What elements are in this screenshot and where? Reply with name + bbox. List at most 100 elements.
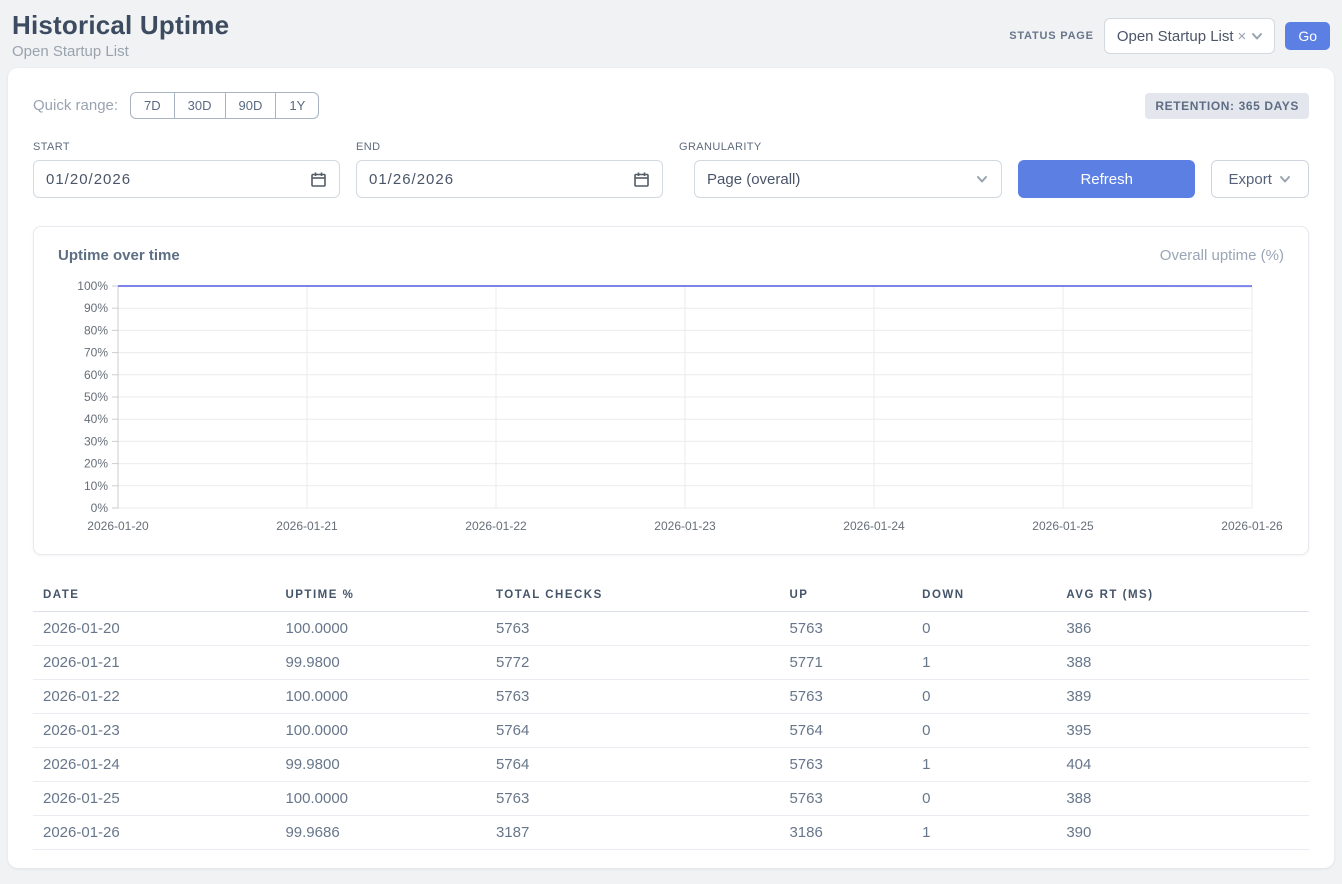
table-cell: 0 [912,680,1056,714]
quick-range-30d-button[interactable]: 30D [174,92,226,119]
table-cell: 5771 [779,646,912,680]
export-button[interactable]: Export [1211,160,1309,198]
chart-legend: Overall uptime (%) [1160,247,1284,264]
svg-text:2026-01-26: 2026-01-26 [1221,519,1283,533]
table-cell: 0 [912,782,1056,816]
chevron-down-icon [1250,29,1264,43]
column-header: UP [779,581,912,612]
table-row: 2026-01-20100.0000576357630386 [33,612,1309,646]
end-date-input[interactable]: 01/26/2026 [356,160,663,198]
start-date-label: START [33,141,340,153]
table-cell: 390 [1056,816,1309,850]
table-cell: 2026-01-22 [33,680,275,714]
table-cell: 5764 [779,714,912,748]
granularity-selected-value: Page (overall) [707,171,800,188]
quick-range-1y-button[interactable]: 1Y [275,92,319,119]
svg-text:2026-01-20: 2026-01-20 [87,519,149,533]
column-header: DOWN [912,581,1056,612]
uptime-table: DATEUPTIME %TOTAL CHECKSUPDOWNAVG RT (MS… [33,581,1309,850]
table-cell: 2026-01-25 [33,782,275,816]
end-date-value: 01/26/2026 [369,171,454,188]
page-header: Historical Uptime Open Startup List STAT… [0,0,1342,68]
svg-text:2026-01-22: 2026-01-22 [465,519,527,533]
main-panel: Quick range: 7D30D90D1Y RETENTION: 365 D… [8,68,1334,868]
table-cell: 99.9800 [275,646,486,680]
page-subtitle: Open Startup List [12,43,229,60]
table-cell: 5763 [779,782,912,816]
quick-range-7d-button[interactable]: 7D [130,92,175,119]
svg-text:40%: 40% [84,412,108,426]
table-cell: 5763 [486,612,779,646]
table-cell: 395 [1056,714,1309,748]
table-cell: 2026-01-21 [33,646,275,680]
table-cell: 0 [912,714,1056,748]
retention-badge: RETENTION: 365 DAYS [1145,93,1309,119]
table-cell: 5764 [486,714,779,748]
granularity-field: GRANULARITY Page (overall) [679,141,1002,198]
column-header: AVG RT (MS) [1056,581,1309,612]
start-date-value: 01/20/2026 [46,171,131,188]
table-cell: 99.9686 [275,816,486,850]
svg-text:50%: 50% [84,390,108,404]
table-row: 2026-01-25100.0000576357630388 [33,782,1309,816]
table-cell: 0 [912,612,1056,646]
chevron-down-icon [975,172,989,186]
uptime-chart-card: Uptime over time Overall uptime (%) 0%10… [33,226,1309,555]
table-row: 2026-01-22100.0000576357630389 [33,680,1309,714]
chevron-down-icon [1278,172,1292,186]
svg-text:90%: 90% [84,301,108,315]
page-title: Historical Uptime [12,10,229,41]
uptime-line-chart: 0%10%20%30%40%50%60%70%80%90%100%2026-01… [58,278,1284,536]
table-cell: 5763 [486,680,779,714]
table-cell: 2026-01-20 [33,612,275,646]
title-block: Historical Uptime Open Startup List [12,10,229,60]
start-date-field: START 01/20/2026 [33,141,340,198]
svg-text:80%: 80% [84,323,108,337]
table-cell: 2026-01-23 [33,714,275,748]
svg-text:20%: 20% [84,457,108,471]
end-date-label: END [356,141,663,153]
table-cell: 1 [912,646,1056,680]
quick-range-buttons: 7D30D90D1Y [130,92,319,119]
table-cell: 389 [1056,680,1309,714]
start-date-input[interactable]: 01/20/2026 [33,160,340,198]
quick-range-90d-button[interactable]: 90D [225,92,277,119]
uptime-table-head: DATEUPTIME %TOTAL CHECKSUPDOWNAVG RT (MS… [33,581,1309,612]
filter-fields-row: START 01/20/2026 END 01/26/2026 [33,141,1309,198]
quick-range-row: Quick range: 7D30D90D1Y RETENTION: 365 D… [33,92,1309,119]
quick-range-group: Quick range: 7D30D90D1Y [33,92,319,119]
table-cell: 3186 [779,816,912,850]
table-header-row: DATEUPTIME %TOTAL CHECKSUPDOWNAVG RT (MS… [33,581,1309,612]
calendar-icon[interactable] [633,171,650,188]
svg-text:10%: 10% [84,479,108,493]
svg-text:70%: 70% [84,346,108,360]
uptime-table-body: 2026-01-20100.00005763576303862026-01-21… [33,612,1309,850]
svg-text:2026-01-23: 2026-01-23 [654,519,716,533]
status-page-label: STATUS PAGE [1009,30,1094,42]
table-row: 2026-01-2699.9686318731861390 [33,816,1309,850]
table-row: 2026-01-23100.0000576457640395 [33,714,1309,748]
go-button[interactable]: Go [1285,22,1330,50]
status-page-select[interactable]: Open Startup List × [1104,18,1276,54]
column-header: UPTIME % [275,581,486,612]
svg-text:2026-01-25: 2026-01-25 [1032,519,1094,533]
granularity-label: GRANULARITY [679,141,1002,153]
table-cell: 1 [912,816,1056,850]
calendar-icon[interactable] [310,171,327,188]
table-cell: 2026-01-24 [33,748,275,782]
table-cell: 99.9800 [275,748,486,782]
svg-text:60%: 60% [84,368,108,382]
quick-range-label: Quick range: [33,97,118,114]
table-row: 2026-01-2199.9800577257711388 [33,646,1309,680]
table-cell: 404 [1056,748,1309,782]
granularity-select[interactable]: Page (overall) [694,160,1002,198]
table-cell: 3187 [486,816,779,850]
export-button-label: Export [1229,171,1272,188]
table-cell: 1 [912,748,1056,782]
clear-selection-icon[interactable]: × [1238,29,1247,44]
refresh-button[interactable]: Refresh [1018,160,1195,198]
table-cell: 5763 [779,612,912,646]
column-header: DATE [33,581,275,612]
end-date-field: END 01/26/2026 [356,141,663,198]
table-cell: 388 [1056,782,1309,816]
